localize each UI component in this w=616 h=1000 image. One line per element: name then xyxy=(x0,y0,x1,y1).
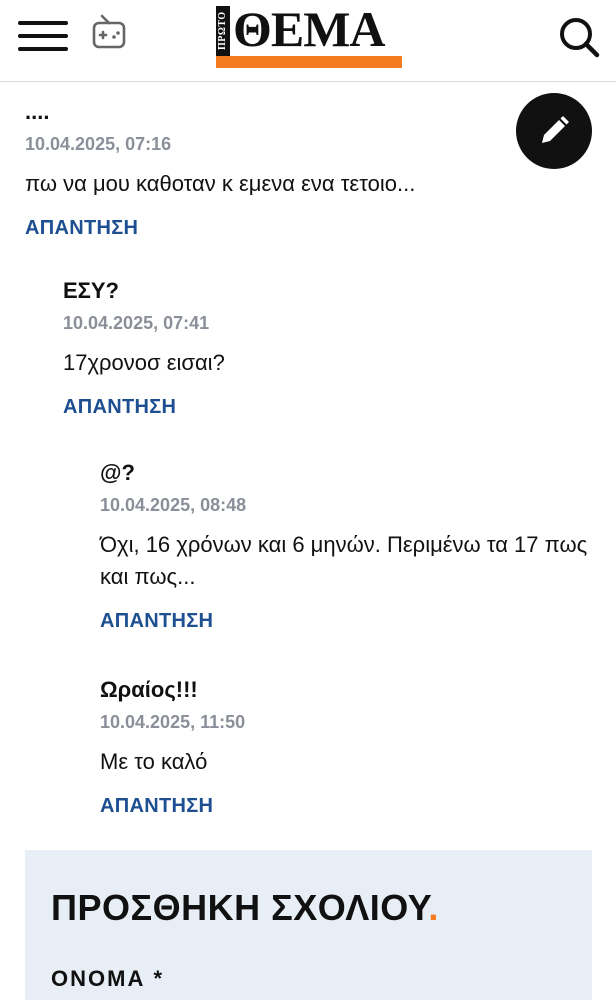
site-logo[interactable]: ΠΡΩΤΟ ΘΕΜΑ xyxy=(216,1,402,70)
comment-text: 17χρονοσ εισαι? xyxy=(63,350,225,375)
add-comment-title-text: ΠΡΟΣΘΗΚΗ ΣΧΟΛΙΟΥ xyxy=(51,887,429,928)
comment-date: 10.04.2025, 08:48 xyxy=(100,495,247,515)
comment-author: @? xyxy=(100,460,135,485)
add-comment-form: ΠΡΟΣΘΗΚΗ ΣΧΟΛΙΟΥ. ΟΝΟΜΑ * xyxy=(25,850,592,1000)
comment-author: Ωραίος!!! xyxy=(100,677,198,702)
comment-item: ΕΣΥ? 10.04.2025, 07:41 17χρονοσ εισαι? Α… xyxy=(63,277,583,421)
comment-author: ΕΣΥ? xyxy=(63,278,119,303)
reply-link[interactable]: ΑΠΑΝΤΗΣΗ xyxy=(100,792,213,820)
add-comment-title: ΠΡΟΣΘΗΚΗ ΣΧΟΛΙΟΥ. xyxy=(51,888,439,928)
comment-item: .... 10.04.2025, 07:16 πω να μου καθοταν… xyxy=(25,98,505,242)
name-field-label: ΟΝΟΜΑ * xyxy=(51,966,164,991)
logo-bar xyxy=(216,56,402,68)
comment-date: 10.04.2025, 07:41 xyxy=(63,313,210,333)
menu-icon[interactable] xyxy=(18,21,68,51)
comment-item: Ωραίος!!! 10.04.2025, 11:50 Με το καλό Α… xyxy=(100,676,590,820)
comment-item: @? 10.04.2025, 08:48 Όχι, 16 χρόνων και … xyxy=(100,459,590,635)
title-accent-dot: . xyxy=(428,887,439,928)
comment-date: 10.04.2025, 11:50 xyxy=(100,712,246,732)
reply-link[interactable]: ΑΠΑΝΤΗΣΗ xyxy=(25,214,138,242)
comment-date: 10.04.2025, 07:16 xyxy=(25,134,172,154)
comment-text: πω να μου καθοταν κ εμενα ενα τετοιο... xyxy=(25,171,416,196)
comment-author: .... xyxy=(25,99,50,124)
logo-text: ΘΕΜΑ xyxy=(233,1,386,57)
pencil-icon xyxy=(542,116,569,143)
comment-text: Όχι, 16 χρόνων και 6 μηνών. Περιμένω τα … xyxy=(100,532,588,589)
gamepad-icon[interactable] xyxy=(92,14,126,50)
reply-link[interactable]: ΑΠΑΝΤΗΣΗ xyxy=(63,393,176,421)
reply-link[interactable]: ΑΠΑΝΤΗΣΗ xyxy=(100,607,213,635)
logo-prefix: ΠΡΩΤΟ xyxy=(216,6,230,56)
site-header: ΠΡΩΤΟ ΘΕΜΑ xyxy=(0,0,616,82)
comment-text: Με το καλό xyxy=(100,749,208,774)
search-icon[interactable] xyxy=(558,16,600,58)
write-comment-button[interactable] xyxy=(516,93,592,169)
